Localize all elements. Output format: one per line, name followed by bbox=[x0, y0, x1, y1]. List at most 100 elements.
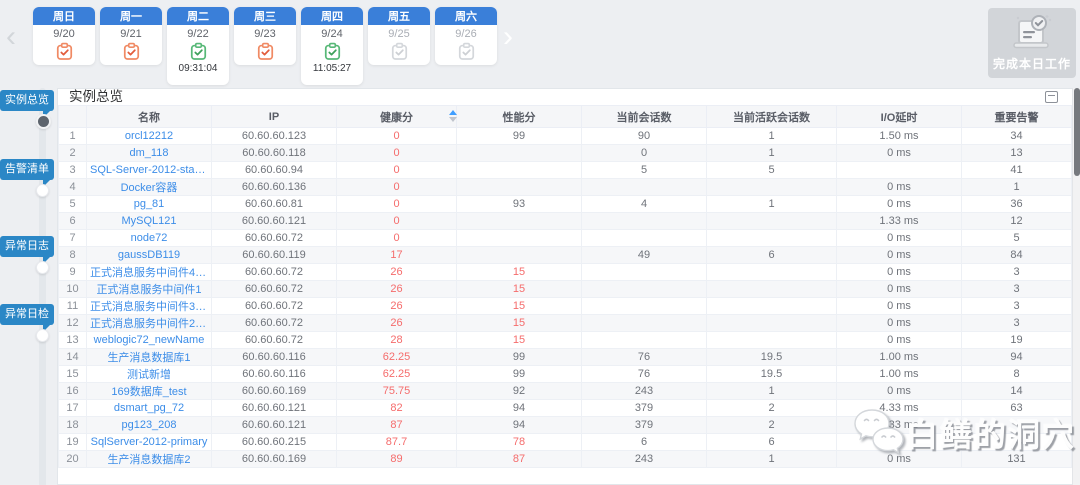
day-label: 周二 bbox=[167, 7, 229, 25]
column-header[interactable]: IP bbox=[212, 106, 337, 128]
day-finish-time: 09:31:04 bbox=[179, 63, 218, 74]
instance-name-link[interactable]: pg123_208 bbox=[87, 417, 212, 434]
carousel-next-button[interactable]: › bbox=[503, 22, 513, 52]
table-row[interactable]: 18 pg123_208 60.60.60.121 87 94 379 2 1.… bbox=[59, 417, 1072, 434]
table-row[interactable]: 9 正式消息服务中间件4-IT健康管... 60.60.60.72 26 15 … bbox=[59, 264, 1072, 281]
active-sessions-cell bbox=[707, 281, 837, 298]
table-row[interactable]: 4 Docker容器 60.60.60.136 0 0 ms 1 bbox=[59, 179, 1072, 196]
sidebar-item[interactable]: 异常日志 bbox=[0, 236, 54, 257]
day-card[interactable]: 周日 9/20 bbox=[33, 7, 95, 65]
io-latency-cell: 0 ms bbox=[837, 247, 962, 264]
carousel-prev-button[interactable]: ‹ bbox=[6, 22, 16, 52]
instance-name-link[interactable]: orcl12212 bbox=[87, 128, 212, 145]
timeline-node[interactable] bbox=[36, 329, 49, 342]
column-header[interactable]: I/O延时 bbox=[837, 106, 962, 128]
timeline-node[interactable] bbox=[36, 114, 51, 129]
sidebar-item[interactable]: 实例总览 bbox=[0, 90, 54, 111]
instance-overview-panel: 实例总览 名称IP健康分性能分当前会话数当前活跃会话数I/O延时重要告警 1 o… bbox=[57, 88, 1072, 485]
instance-name-link[interactable]: 测试新增 bbox=[87, 366, 212, 383]
sidebar-item-label[interactable]: 告警清单 bbox=[0, 159, 54, 180]
instance-name-link[interactable]: SQL-Server-2012-standby bbox=[87, 162, 212, 179]
export-icon[interactable] bbox=[1045, 91, 1058, 103]
instance-name-link[interactable]: 生产消息数据库2 bbox=[87, 451, 212, 468]
instance-name-link[interactable]: node72 bbox=[87, 230, 212, 247]
sidebar-item[interactable]: 告警清单 bbox=[0, 159, 54, 180]
column-header[interactable]: 健康分 bbox=[337, 106, 457, 128]
clipboard-check-icon bbox=[457, 42, 476, 61]
table-row[interactable]: 7 node72 60.60.60.72 0 0 ms 5 bbox=[59, 230, 1072, 247]
ip-cell: 60.60.60.121 bbox=[212, 400, 337, 417]
sidebar-item-label[interactable]: 实例总览 bbox=[0, 90, 54, 111]
row-index: 20 bbox=[59, 451, 87, 468]
table-row[interactable]: 12 正式消息服务中间件2-IT健康管理 60.60.60.72 26 15 0… bbox=[59, 315, 1072, 332]
perf-score-cell: 92 bbox=[457, 383, 582, 400]
instance-name-link[interactable]: SqlServer-2012-primary bbox=[87, 434, 212, 451]
day-card[interactable]: 周三 9/23 bbox=[234, 7, 296, 65]
table-row[interactable]: 14 生产消息数据库1 60.60.60.116 62.25 99 76 19.… bbox=[59, 349, 1072, 366]
day-card[interactable]: 周四 9/24 11:05:27 bbox=[301, 7, 363, 85]
io-latency-cell: 1.33 ms bbox=[837, 213, 962, 230]
sidebar-item-label[interactable]: 异常日检 bbox=[0, 304, 54, 325]
column-header[interactable]: 当前会话数 bbox=[582, 106, 707, 128]
instance-name-link[interactable]: MySQL121 bbox=[87, 213, 212, 230]
instance-name-link[interactable]: 正式消息服务中间件3-IT健康管... bbox=[87, 298, 212, 315]
sidebar-item-label[interactable]: 异常日志 bbox=[0, 236, 54, 257]
instance-name-link[interactable]: dm_118 bbox=[87, 145, 212, 162]
table-row[interactable]: 11 正式消息服务中间件3-IT健康管... 60.60.60.72 26 15… bbox=[59, 298, 1072, 315]
table-row[interactable]: 20 生产消息数据库2 60.60.60.169 89 87 243 1 0 m… bbox=[59, 451, 1072, 468]
io-latency-cell bbox=[837, 434, 962, 451]
table-row[interactable]: 6 MySQL121 60.60.60.121 0 1.33 ms 12 bbox=[59, 213, 1072, 230]
instance-name-link[interactable]: 正式消息服务中间件2-IT健康管理 bbox=[87, 315, 212, 332]
table-row[interactable]: 13 weblogic72_newName 60.60.60.72 28 15 … bbox=[59, 332, 1072, 349]
day-card[interactable]: 周五 9/25 bbox=[368, 7, 430, 65]
day-card[interactable]: 周六 9/26 bbox=[435, 7, 497, 65]
day-card[interactable]: 周二 9/22 09:31:04 bbox=[167, 7, 229, 85]
timeline-node[interactable] bbox=[36, 261, 49, 274]
table-row[interactable]: 19 SqlServer-2012-primary 60.60.60.215 8… bbox=[59, 434, 1072, 451]
scrollbar-thumb[interactable] bbox=[1074, 88, 1080, 176]
table-row[interactable]: 17 dsmart_pg_72 60.60.60.121 82 94 379 2… bbox=[59, 400, 1072, 417]
instance-name-link[interactable]: weblogic72_newName bbox=[87, 332, 212, 349]
alerts-cell bbox=[962, 417, 1072, 434]
sessions-cell: 5 bbox=[582, 162, 707, 179]
alerts-cell: 3 bbox=[962, 315, 1072, 332]
instance-name-link[interactable]: dsmart_pg_72 bbox=[87, 400, 212, 417]
column-header[interactable] bbox=[59, 106, 87, 128]
column-header[interactable]: 重要告警 bbox=[962, 106, 1072, 128]
active-sessions-cell: 1 bbox=[707, 128, 837, 145]
day-card[interactable]: 周一 9/21 bbox=[100, 7, 162, 65]
sessions-cell: 379 bbox=[582, 400, 707, 417]
table-row[interactable]: 2 dm_118 60.60.60.118 0 0 1 0 ms 13 bbox=[59, 145, 1072, 162]
instance-name-link[interactable]: 正式消息服务中间件1 bbox=[87, 281, 212, 298]
table-row[interactable]: 5 pg_81 60.60.60.81 0 93 4 1 0 ms 36 bbox=[59, 196, 1072, 213]
health-score-cell: 17 bbox=[337, 247, 457, 264]
timeline-node[interactable] bbox=[36, 184, 49, 197]
active-sessions-cell: 1 bbox=[707, 383, 837, 400]
sidebar-timeline: 实例总览 告警清单 异常日志 异常日检 bbox=[0, 88, 57, 485]
scrollbar[interactable] bbox=[1072, 88, 1080, 485]
instance-name-link[interactable]: 正式消息服务中间件4-IT健康管... bbox=[87, 264, 212, 281]
instance-name-link[interactable]: 169数据库_test bbox=[87, 383, 212, 400]
health-score-cell: 0 bbox=[337, 230, 457, 247]
alerts-cell: 8 bbox=[962, 366, 1072, 383]
sidebar-item[interactable]: 异常日检 bbox=[0, 304, 54, 325]
table-row[interactable]: 3 SQL-Server-2012-standby 60.60.60.94 0 … bbox=[59, 162, 1072, 179]
io-latency-cell: 0 ms bbox=[837, 298, 962, 315]
table-row[interactable]: 8 gaussDB119 60.60.60.119 17 49 6 0 ms 8… bbox=[59, 247, 1072, 264]
ip-cell: 60.60.60.116 bbox=[212, 366, 337, 383]
instance-name-link[interactable]: pg_81 bbox=[87, 196, 212, 213]
instance-name-link[interactable]: gaussDB119 bbox=[87, 247, 212, 264]
column-header[interactable]: 性能分 bbox=[457, 106, 582, 128]
table-row[interactable]: 10 正式消息服务中间件1 60.60.60.72 26 15 0 ms 3 bbox=[59, 281, 1072, 298]
finish-today-button[interactable]: 完成本日工作 bbox=[988, 8, 1076, 78]
column-header[interactable]: 当前活跃会话数 bbox=[707, 106, 837, 128]
table-row[interactable]: 15 测试新增 60.60.60.116 62.25 99 76 19.5 1.… bbox=[59, 366, 1072, 383]
column-header[interactable]: 名称 bbox=[87, 106, 212, 128]
instance-name-link[interactable]: Docker容器 bbox=[87, 179, 212, 196]
table-row[interactable]: 16 169数据库_test 60.60.60.169 75.75 92 243… bbox=[59, 383, 1072, 400]
panel-header: 实例总览 bbox=[58, 89, 1072, 105]
active-sessions-cell: 1 bbox=[707, 196, 837, 213]
day-label: 周五 bbox=[368, 7, 430, 25]
table-row[interactable]: 1 orcl12212 60.60.60.123 0 99 90 1 1.50 … bbox=[59, 128, 1072, 145]
instance-name-link[interactable]: 生产消息数据库1 bbox=[87, 349, 212, 366]
